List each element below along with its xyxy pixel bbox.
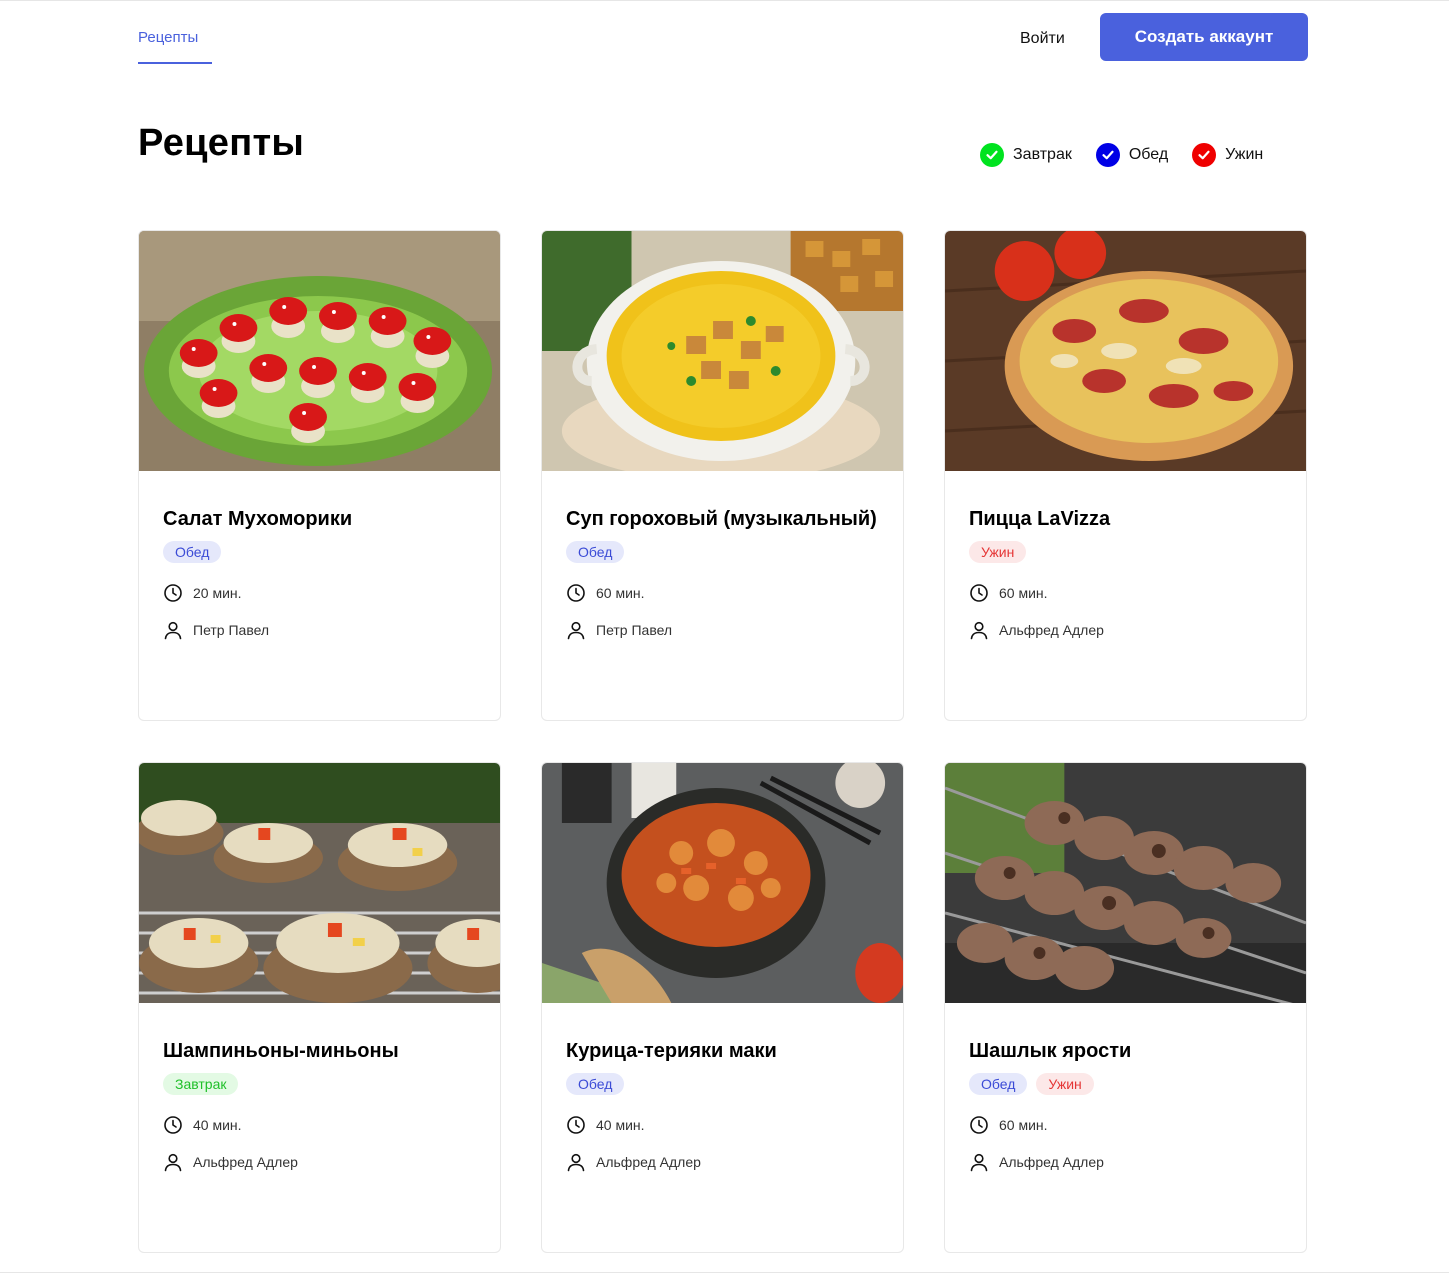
recipe-tags: Обед xyxy=(163,541,476,563)
clock-icon xyxy=(567,1116,585,1134)
recipe-author: Альфред Адлер xyxy=(969,1152,1282,1172)
recipe-author: Петр Павел xyxy=(163,620,476,640)
check-icon xyxy=(980,143,1004,167)
recipe-author: Альфред Адлер xyxy=(566,1152,879,1172)
user-icon xyxy=(164,621,182,640)
recipe-author-name[interactable]: Петр Павел xyxy=(193,622,269,638)
filter-label: Обед xyxy=(1128,146,1169,163)
recipe-time: 40 мин. xyxy=(566,1115,879,1135)
recipe-author-name[interactable]: Петр Павел xyxy=(596,622,672,638)
pizza-image[interactable] xyxy=(945,231,1306,471)
recipe-card[interactable]: Суп гороховый (музыкальный) Обед 60 мин.… xyxy=(541,230,904,721)
bottom-border xyxy=(0,1272,1449,1273)
soup-image[interactable] xyxy=(542,231,903,471)
login-button[interactable]: Войти xyxy=(1020,30,1065,48)
recipe-author: Альфред Адлер xyxy=(969,620,1282,640)
meal-tag: Ужин xyxy=(969,541,1027,563)
signup-button[interactable]: Создать аккаунт xyxy=(1100,13,1308,61)
user-icon xyxy=(970,1153,988,1172)
recipe-time-value: 40 мин. xyxy=(596,1117,645,1133)
clock-icon xyxy=(164,584,182,602)
recipe-author-name[interactable]: Альфред Адлер xyxy=(596,1154,701,1170)
recipe-grid: Салат Мухоморики Обед 20 мин. Петр Павел xyxy=(138,230,1308,1253)
recipe-time-value: 20 мин. xyxy=(193,585,242,601)
recipe-time: 60 мин. xyxy=(969,1115,1282,1135)
recipe-title[interactable]: Салат Мухоморики xyxy=(163,507,476,531)
recipe-card[interactable]: Курица-терияки маки Обед 40 мин. Альфред… xyxy=(541,762,904,1253)
recipe-time: 60 мин. xyxy=(566,583,879,603)
recipe-author-name[interactable]: Альфред Адлер xyxy=(999,1154,1104,1170)
recipe-time: 40 мин. xyxy=(163,1115,476,1135)
recipe-title[interactable]: Пицца LaVizza xyxy=(969,507,1282,531)
page-title: Рецепты xyxy=(138,122,305,164)
salad-image[interactable] xyxy=(139,231,500,471)
recipe-title[interactable]: Суп гороховый (музыкальный) xyxy=(566,507,879,531)
filter-dinner[interactable]: Ужин xyxy=(1192,143,1263,167)
user-icon xyxy=(567,621,585,640)
recipe-author-name[interactable]: Альфред Адлер xyxy=(999,622,1104,638)
user-icon xyxy=(164,1153,182,1172)
recipe-card[interactable]: Пицца LaVizza Ужин 60 мин. Альфред Адлер xyxy=(944,230,1307,721)
recipe-title[interactable]: Курица-терияки маки xyxy=(566,1039,879,1063)
filter-lunch[interactable]: Обед xyxy=(1095,143,1169,167)
filter-label: Ужин xyxy=(1225,146,1264,163)
meal-tag: Завтрак xyxy=(163,1073,239,1095)
chicken-image[interactable] xyxy=(542,763,903,1003)
user-icon xyxy=(567,1153,585,1172)
recipe-card[interactable]: Шампиньоны-миньоны Завтрак 40 мин. Альфр… xyxy=(138,762,501,1253)
check-icon xyxy=(1192,143,1217,167)
recipe-author-name[interactable]: Альфред Адлер xyxy=(193,1154,298,1170)
clock-icon xyxy=(164,1116,182,1134)
recipe-card[interactable]: Шашлык ярости Обед Ужин 60 мин. Альфред А… xyxy=(944,762,1307,1253)
clock-icon xyxy=(567,584,585,602)
filter-breakfast[interactable]: Завтрак xyxy=(980,143,1072,167)
mushrooms-image[interactable] xyxy=(139,763,500,1003)
nav-active-underline xyxy=(138,62,212,64)
meal-filters: Завтрак Обед Ужин xyxy=(980,143,1263,167)
recipe-time-value: 40 мин. xyxy=(193,1117,242,1133)
meal-tag: Обед xyxy=(163,541,222,563)
recipe-author: Петр Павел xyxy=(566,620,879,640)
recipe-time: 20 мин. xyxy=(163,583,476,603)
meal-tag: Ужин xyxy=(1036,1073,1094,1095)
meal-tag: Обед xyxy=(969,1073,1028,1095)
recipe-tags: Завтрак xyxy=(163,1073,476,1095)
recipe-title[interactable]: Шашлык ярости xyxy=(969,1039,1282,1063)
clock-icon xyxy=(970,584,988,602)
recipe-card[interactable]: Салат Мухоморики Обед 20 мин. Петр Павел xyxy=(138,230,501,721)
nav-recipes-link[interactable]: Рецепты xyxy=(138,29,198,46)
filter-label: Завтрак xyxy=(1013,146,1072,163)
recipe-time-value: 60 мин. xyxy=(596,585,645,601)
meal-tag: Обед xyxy=(566,1073,625,1095)
user-icon xyxy=(970,621,988,640)
meal-tag: Обед xyxy=(566,541,625,563)
recipe-time-value: 60 мин. xyxy=(999,585,1048,601)
recipe-time-value: 60 мин. xyxy=(999,1117,1048,1133)
recipe-tags: Ужин xyxy=(969,541,1282,563)
recipe-tags: Обед xyxy=(566,541,879,563)
recipe-tags: Обед xyxy=(566,1073,879,1095)
shashlik-image[interactable] xyxy=(945,763,1306,1003)
recipe-author: Альфред Адлер xyxy=(163,1152,476,1172)
recipe-title[interactable]: Шампиньоны-миньоны xyxy=(163,1039,476,1063)
recipe-time: 60 мин. xyxy=(969,583,1282,603)
recipe-tags: Обед Ужин xyxy=(969,1073,1282,1095)
check-icon xyxy=(1095,143,1120,167)
top-border xyxy=(0,0,1449,1)
clock-icon xyxy=(970,1116,988,1134)
